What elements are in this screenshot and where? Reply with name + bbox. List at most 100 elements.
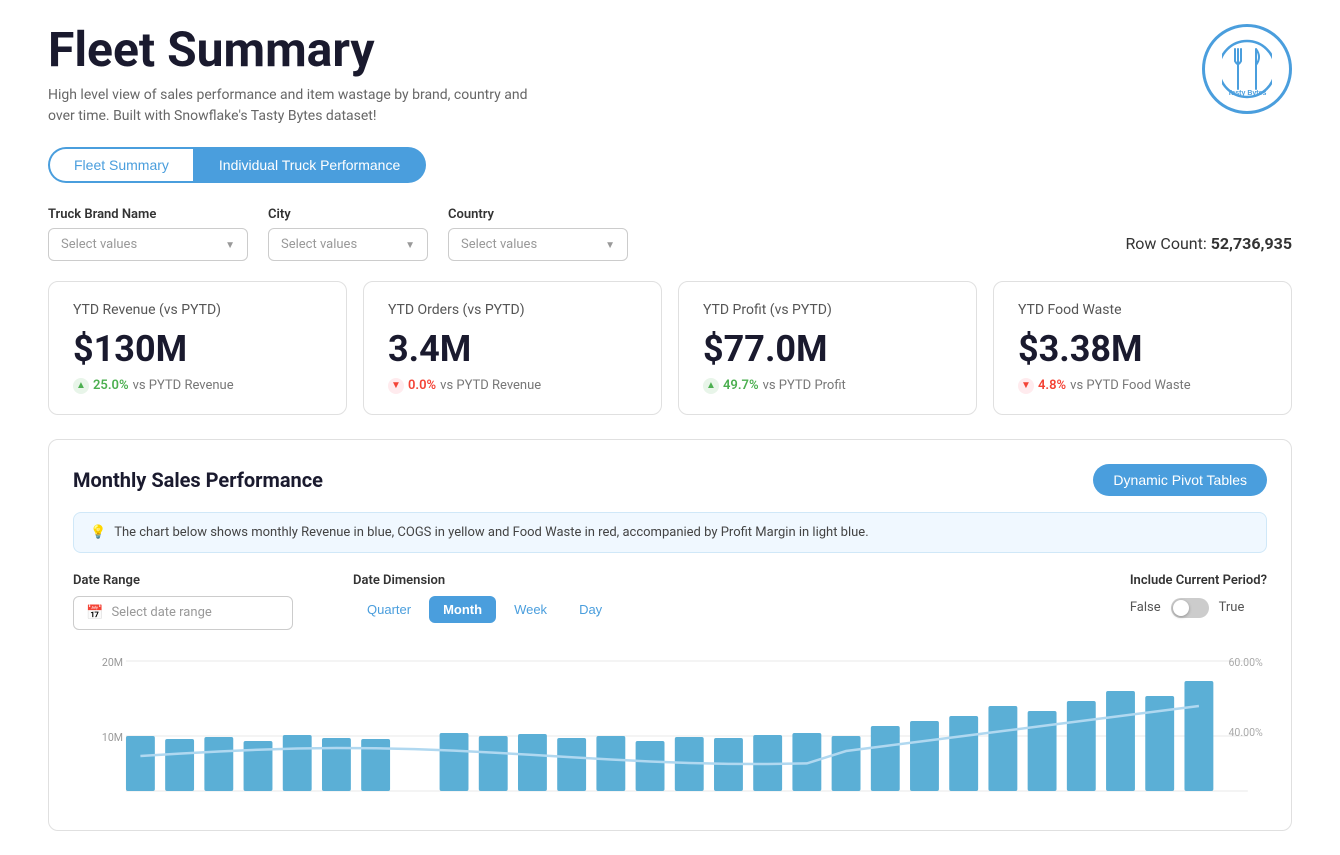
- include-period-toggle[interactable]: [1171, 598, 1209, 618]
- y-label-10m: 10M: [102, 731, 123, 744]
- tab-individual-truck[interactable]: Individual Truck Performance: [194, 147, 426, 183]
- chart-controls: Date Range 📅 Select date range Date Dime…: [73, 573, 1267, 630]
- monthly-chart: 20M 10M Food Waste 60.00% 40.00%: [73, 646, 1267, 806]
- chart-bar: [1028, 711, 1057, 791]
- tab-fleet-summary[interactable]: Fleet Summary: [48, 147, 194, 183]
- city-label: City: [268, 207, 428, 222]
- kpi-title-2: YTD Profit (vs PYTD): [703, 302, 952, 318]
- truck-brand-select[interactable]: Select values: [48, 228, 248, 261]
- chart-bar: [910, 721, 939, 791]
- kpi-value-3: $3.38M: [1018, 328, 1267, 370]
- kpi-card-1: YTD Orders (vs PYTD) 3.4M ▼ 0.0% vs PYTD…: [363, 281, 662, 415]
- kpi-card-0: YTD Revenue (vs PYTD) $130M ▲ 25.0% vs P…: [48, 281, 347, 415]
- kpi-delta-label-3: vs PYTD Food Waste: [1070, 378, 1191, 393]
- truck-brand-label: Truck Brand Name: [48, 207, 248, 222]
- chart-bar: [165, 739, 194, 791]
- country-select[interactable]: Select values: [448, 228, 628, 261]
- date-dimension-group: Date Dimension QuarterMonthWeekDay: [353, 573, 616, 623]
- chart-bar: [832, 736, 861, 791]
- filter-country: Country Select values: [448, 207, 628, 261]
- chart-bar: [361, 739, 390, 791]
- date-pill-month[interactable]: Month: [429, 596, 496, 623]
- kpi-delta-label-2: vs PYTD Profit: [763, 378, 846, 393]
- kpi-title-0: YTD Revenue (vs PYTD): [73, 302, 322, 318]
- info-banner: 💡 The chart below shows monthly Revenue …: [73, 512, 1267, 553]
- country-placeholder: Select values: [461, 237, 537, 252]
- kpi-delta-value-2: 49.7%: [723, 378, 759, 393]
- truck-brand-placeholder: Select values: [61, 237, 137, 252]
- chart-bar: [322, 738, 351, 791]
- city-chevron: [405, 237, 415, 252]
- toggle-false-label: False: [1130, 600, 1161, 615]
- monthly-header: Monthly Sales Performance Dynamic Pivot …: [73, 464, 1267, 496]
- date-pills: QuarterMonthWeekDay: [353, 596, 616, 623]
- date-pill-week[interactable]: Week: [500, 596, 561, 623]
- page-title: Fleet Summary: [48, 24, 548, 77]
- kpi-delta-1: ▼ 0.0% vs PYTD Revenue: [388, 378, 637, 394]
- date-dimension-label: Date Dimension: [353, 573, 616, 588]
- toggle-thumb: [1173, 600, 1189, 616]
- country-chevron: [605, 237, 615, 252]
- chart-bar: [1106, 691, 1135, 791]
- chart-bar: [440, 733, 469, 791]
- date-pill-quarter[interactable]: Quarter: [353, 596, 425, 623]
- info-icon: 💡: [90, 525, 106, 540]
- chart-bar: [1067, 701, 1096, 791]
- y-right-40: 40.00%: [1228, 726, 1262, 739]
- chart-bar: [1184, 681, 1213, 791]
- kpi-delta-label-0: vs PYTD Revenue: [133, 378, 234, 393]
- kpi-card-3: YTD Food Waste $3.38M ▼ 4.8% vs PYTD Foo…: [993, 281, 1292, 415]
- kpi-delta-3: ▼ 4.8% vs PYTD Food Waste: [1018, 378, 1267, 394]
- kpi-arrow-1: ▼: [388, 378, 404, 394]
- kpi-delta-0: ▲ 25.0% vs PYTD Revenue: [73, 378, 322, 394]
- city-placeholder: Select values: [281, 237, 357, 252]
- logo-container: Tasty Bytes: [1202, 24, 1292, 114]
- kpi-title-1: YTD Orders (vs PYTD): [388, 302, 637, 318]
- info-text: The chart below shows monthly Revenue in…: [114, 525, 868, 540]
- row-count-label: Row Count:: [1125, 234, 1206, 253]
- chart-bar: [596, 736, 625, 791]
- filters-row: Truck Brand Name Select values City Sele…: [48, 207, 1292, 261]
- svg-text:Tasty Bytes: Tasty Bytes: [1228, 90, 1267, 97]
- y-right-60: 60.00%: [1228, 656, 1262, 669]
- city-select[interactable]: Select values: [268, 228, 428, 261]
- kpi-value-2: $77.0M: [703, 328, 952, 370]
- kpi-arrow-2: ▲: [703, 378, 719, 394]
- toggle-group: False True: [1130, 598, 1267, 618]
- kpi-value-0: $130M: [73, 328, 322, 370]
- truck-brand-chevron: [225, 237, 235, 252]
- kpi-arrow-3: ▼: [1018, 378, 1034, 394]
- chart-bar: [479, 736, 508, 791]
- row-count-value: 52,736,935: [1211, 234, 1292, 253]
- nav-tabs: Fleet Summary Individual Truck Performan…: [48, 147, 1292, 183]
- date-range-placeholder: Select date range: [111, 605, 211, 620]
- y-label-20m: 20M: [102, 656, 123, 669]
- kpi-title-3: YTD Food Waste: [1018, 302, 1267, 318]
- calendar-icon: 📅: [86, 605, 103, 621]
- chart-area: 20M 10M Food Waste 60.00% 40.00%: [73, 646, 1267, 806]
- chart-bar: [871, 726, 900, 791]
- pivot-tables-button[interactable]: Dynamic Pivot Tables: [1093, 464, 1267, 496]
- kpi-delta-label-1: vs PYTD Revenue: [440, 378, 541, 393]
- kpi-delta-value-0: 25.0%: [93, 378, 129, 393]
- filter-truck-brand: Truck Brand Name Select values: [48, 207, 248, 261]
- chart-bar: [988, 706, 1017, 791]
- chart-bar: [126, 736, 155, 791]
- monthly-title-bold: Monthly: [73, 468, 146, 492]
- kpi-delta-value-3: 4.8%: [1038, 378, 1066, 393]
- monthly-title: Monthly Sales Performance: [73, 468, 323, 492]
- kpi-card-2: YTD Profit (vs PYTD) $77.0M ▲ 49.7% vs P…: [678, 281, 977, 415]
- date-pill-day[interactable]: Day: [565, 596, 616, 623]
- include-period-group: Include Current Period? False True: [1130, 573, 1267, 618]
- date-range-input[interactable]: 📅 Select date range: [73, 596, 293, 630]
- monthly-title-rest: Sales Performance: [146, 468, 323, 492]
- chart-bar: [204, 737, 233, 791]
- chart-bar: [518, 734, 547, 791]
- date-range-label: Date Range: [73, 573, 293, 588]
- include-period-label: Include Current Period?: [1130, 573, 1267, 588]
- kpi-value-1: 3.4M: [388, 328, 637, 370]
- chart-bar: [283, 735, 312, 791]
- kpi-delta-value-1: 0.0%: [408, 378, 436, 393]
- chart-bar: [636, 741, 665, 791]
- page-subtitle: High level view of sales performance and…: [48, 85, 548, 127]
